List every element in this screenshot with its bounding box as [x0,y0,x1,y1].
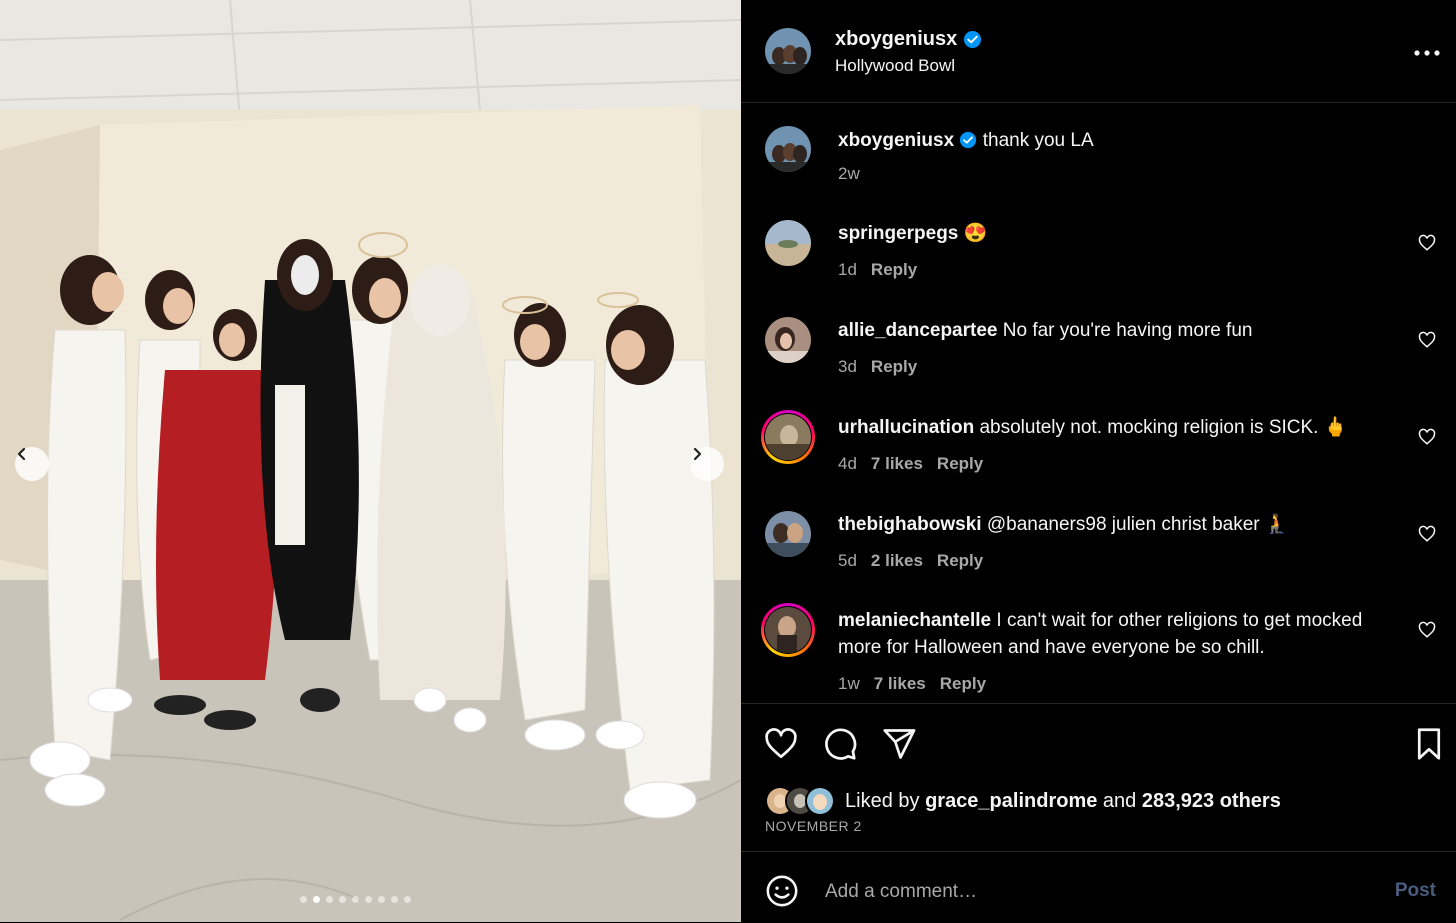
comment-meta: 1d Reply [838,260,917,280]
likes-summary: Liked by grace_palindrome and 283,923 ot… [765,786,1281,816]
comment-bubble-icon[interactable] [822,726,858,762]
post-date[interactable]: NOVEMBER 2 [765,818,862,834]
comment-text: thebighabowski @bananers98 julien christ… [838,511,1408,538]
carousel-dot [365,896,372,903]
comment-body: No far you're having more fun [1002,320,1253,341]
carousel-dot [391,896,398,903]
add-comment-input[interactable] [823,874,1367,910]
avatar[interactable] [765,28,811,74]
likes-prefix: Liked by [845,789,920,812]
comment-username[interactable]: melaniechantelle [838,610,991,631]
share-paper-plane-icon[interactable] [881,726,917,762]
comment-username[interactable]: springerpegs [838,223,958,244]
carousel-next-button[interactable] [690,447,724,481]
more-options-button[interactable] [1414,36,1440,62]
verified-badge-icon [960,131,977,149]
reply-button[interactable]: Reply [871,357,917,377]
avatar[interactable] [805,786,835,816]
heart-icon[interactable] [1418,331,1436,349]
comment-time[interactable]: 3d [838,357,857,377]
post-location[interactable]: Hollywood Bowl [835,56,955,76]
comment-likes[interactable]: 7 likes [874,674,926,694]
carousel-dot [313,896,320,903]
comment-text: urhallucination absolutely not. mocking … [838,414,1408,441]
liker-username[interactable]: grace_palindrome [925,790,1097,812]
carousel-dot [352,896,359,903]
avatar[interactable] [765,414,811,460]
comment-time[interactable]: 5d [838,551,857,571]
verified-badge-icon [964,30,982,49]
caption-body: thank you LA [982,130,1094,151]
comment-username[interactable]: allie_dancepartee [838,320,997,341]
post-details-panel: xboygeniusx Hollywood Bowl xboygeniusx t… [741,0,1456,922]
caption-username[interactable]: xboygeniusx [838,130,954,151]
comment-time[interactable]: 1d [838,260,857,280]
comment-likes[interactable]: 2 likes [871,551,923,571]
heart-icon[interactable] [1418,621,1436,639]
heart-icon[interactable] [763,726,799,762]
post-comment-button[interactable]: Post [1395,880,1436,902]
comment-likes[interactable]: 7 likes [871,454,923,474]
add-comment-bar: Post [741,851,1456,923]
caption-meta: 2w [838,164,860,184]
carousel-indicator [300,896,411,903]
caption-time[interactable]: 2w [838,164,860,184]
comment-meta: 5d 2 likes Reply [838,551,983,571]
heart-icon[interactable] [1418,234,1436,252]
comment-text: springerpegs 😍 [838,220,1408,247]
comment-text: melaniechantelle I can't wait for other … [838,607,1408,661]
post-actions: Liked by grace_palindrome and 283,923 ot… [741,703,1456,852]
comment-body: 😍 [963,223,988,244]
caption-text: xboygeniusx thank you LA [838,127,1408,154]
comment-time[interactable]: 1w [838,674,860,694]
carousel-dot [300,896,307,903]
chevron-left-icon [17,447,26,461]
heart-icon[interactable] [1418,428,1436,446]
comment-username[interactable]: urhallucination [838,417,974,438]
likes-conj: and [1102,789,1137,812]
comment-time[interactable]: 4d [838,454,857,474]
bookmark-icon[interactable] [1411,726,1447,762]
comment-meta: 4d 7 likes Reply [838,454,983,474]
post-header: xboygeniusx Hollywood Bowl [741,0,1456,103]
comment-text: allie_dancepartee No far you're having m… [838,317,1408,344]
avatar[interactable] [765,607,811,653]
comment-meta: 1w 7 likes Reply [838,674,986,694]
post-author[interactable]: xboygeniusx [835,28,982,51]
reply-button[interactable]: Reply [937,551,983,571]
avatar[interactable] [765,511,811,557]
comment-username[interactable]: thebighabowski [838,514,982,535]
comment-meta: 3d Reply [838,357,917,377]
reply-button[interactable]: Reply [871,260,917,280]
carousel-dot [326,896,333,903]
heart-icon[interactable] [1418,525,1436,543]
author-username[interactable]: xboygeniusx [835,28,957,51]
avatar[interactable] [765,126,811,172]
carousel-dot [339,896,346,903]
likes-text: Liked by grace_palindrome and 283,923 ot… [845,790,1281,813]
comments-list[interactable]: xboygeniusx thank you LA 2w springerpegs… [741,103,1456,703]
chevron-right-icon [693,447,702,461]
likes-count[interactable]: 283,923 others [1142,790,1281,812]
carousel-prev-button[interactable] [15,447,49,481]
carousel-dot [378,896,385,903]
carousel-dot [404,896,411,903]
avatar[interactable] [765,317,811,363]
comment-body: @bananers98 julien christ baker 🧎 [986,514,1289,535]
post-photo[interactable] [0,0,741,922]
avatar[interactable] [765,220,811,266]
more-options-icon [1414,50,1440,56]
comment-body: absolutely not. mocking religion is SICK… [979,417,1348,438]
group-photo-image [0,0,741,922]
reply-button[interactable]: Reply [937,454,983,474]
emoji-smiley-icon[interactable] [765,874,799,908]
reply-button[interactable]: Reply [940,674,986,694]
